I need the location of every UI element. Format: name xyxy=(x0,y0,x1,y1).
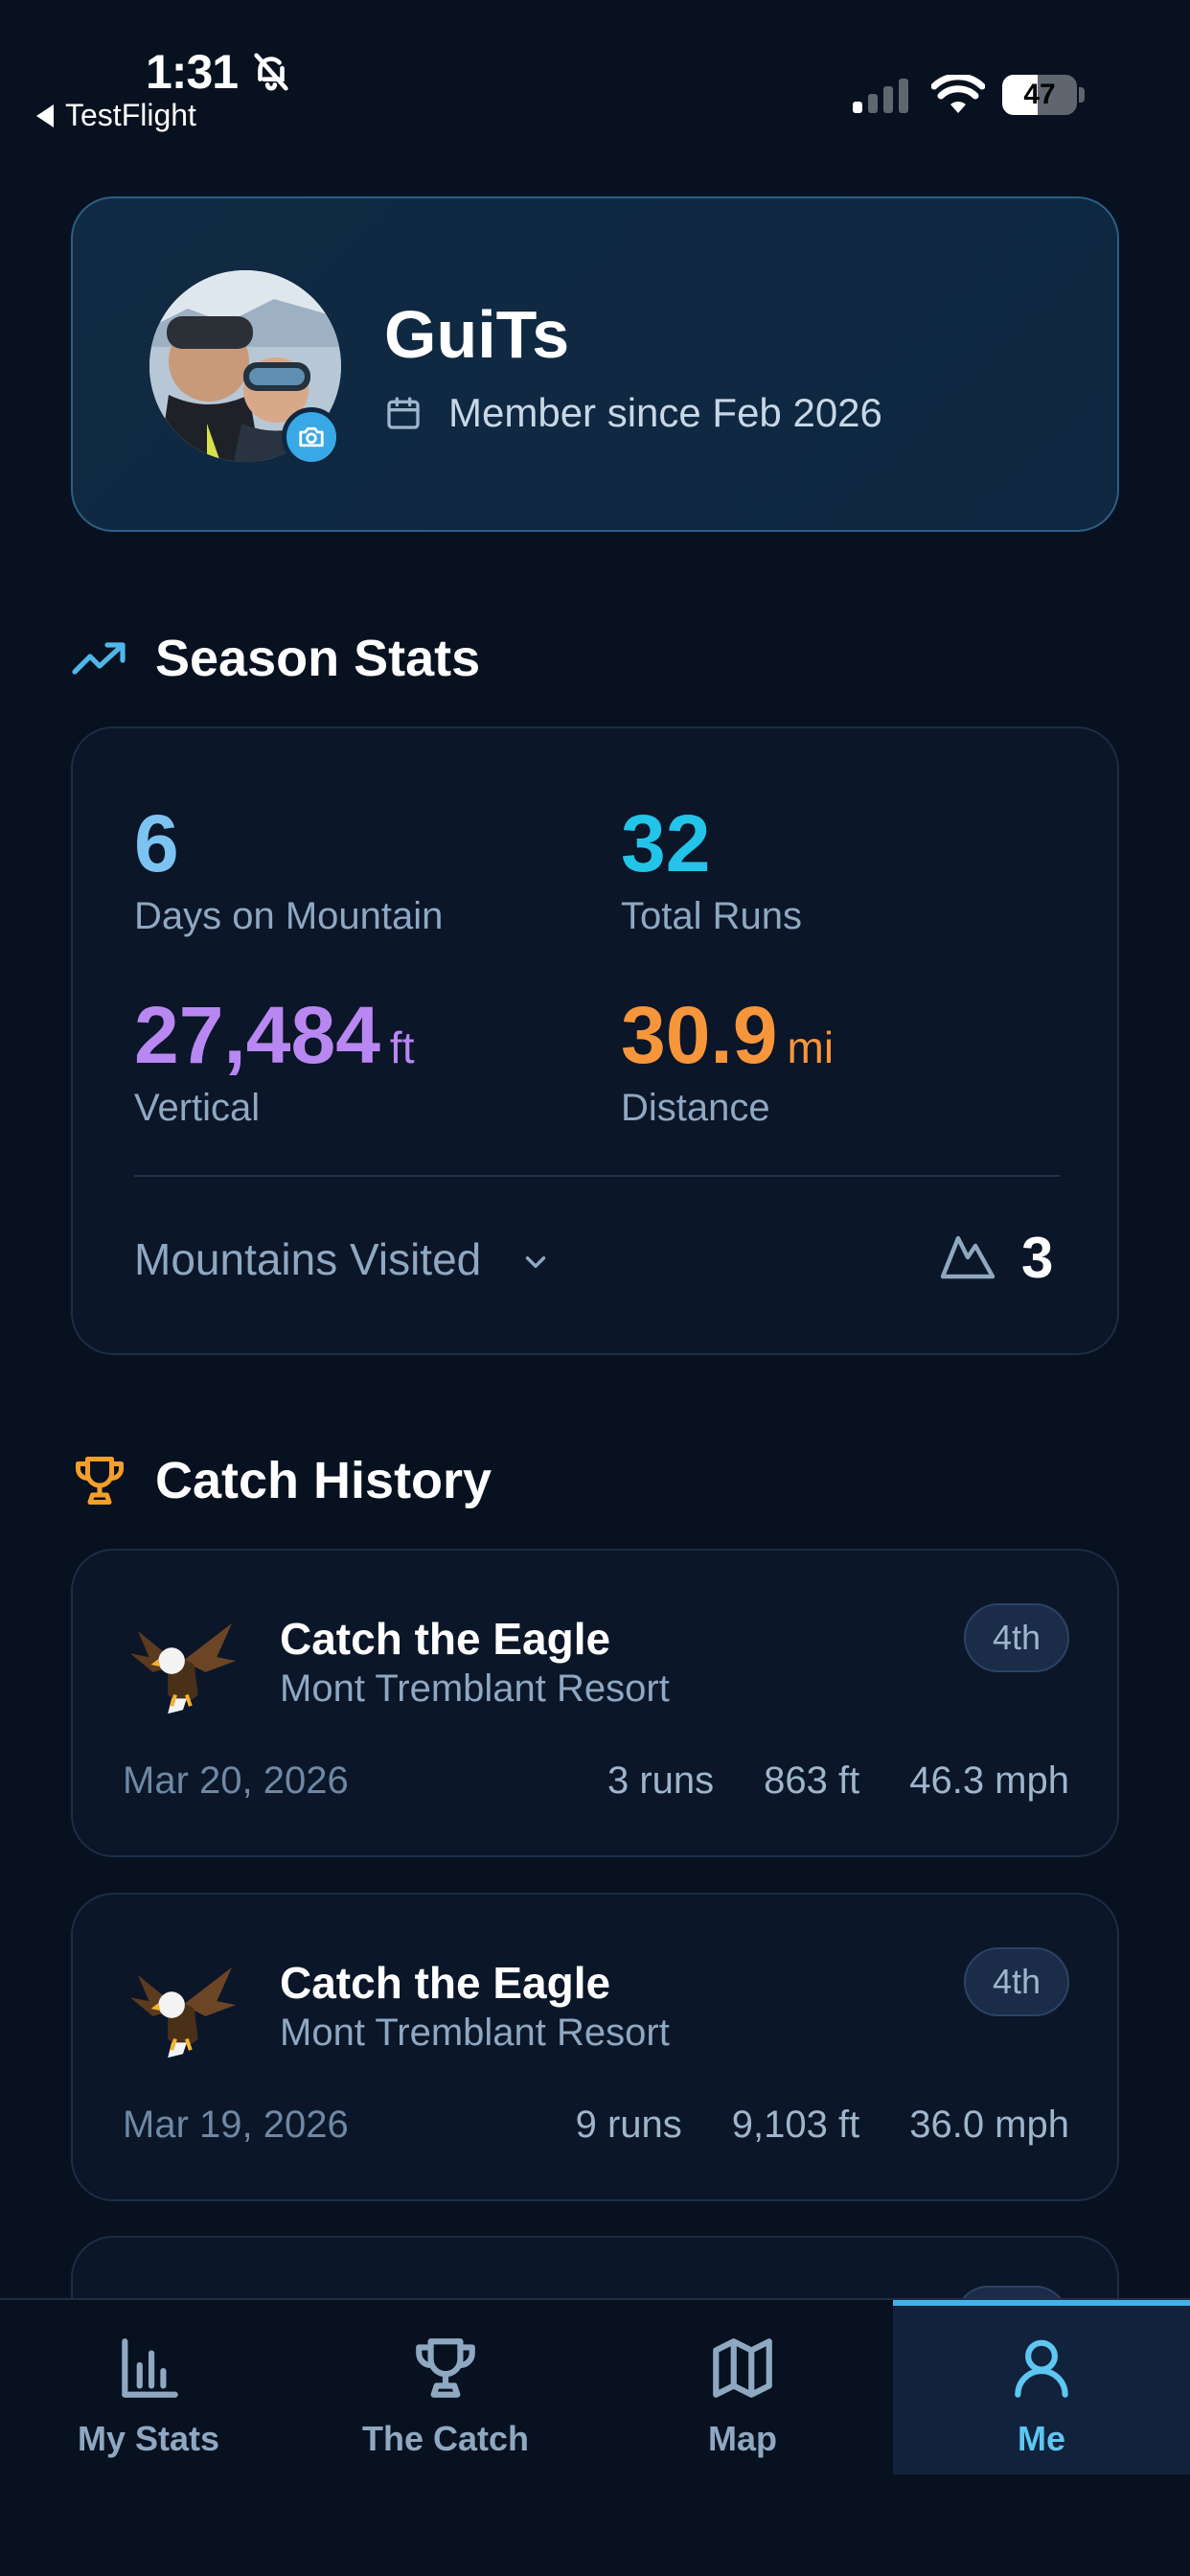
back-arrow-icon xyxy=(36,104,54,127)
catch-history-header: Catch History xyxy=(71,1447,492,1514)
tab-label: The Catch xyxy=(361,2419,530,2458)
distance-row: 30.9 mi xyxy=(621,995,834,1075)
map-icon xyxy=(713,2338,772,2398)
vertical-unit: ft xyxy=(389,1023,415,1072)
stats-divider xyxy=(134,1175,1060,1177)
vertical-value: 27,484 xyxy=(134,990,380,1080)
stat-distance: 30.9 mi Distance xyxy=(621,995,834,1130)
person-icon xyxy=(1015,2339,1068,2398)
season-stats-card: 6 Days on Mountain 32 Total Runs 27,484 f… xyxy=(71,726,1119,1355)
eagle-icon xyxy=(129,1622,236,1714)
catch-resort: Mont Tremblant Resort xyxy=(280,2012,670,2054)
season-stats-header: Season Stats xyxy=(71,625,480,692)
catch-history-item[interactable]: Catch the Eagle Mont Tremblant Resort 4t… xyxy=(71,1893,1119,2201)
catch-history-item[interactable]: Catch the Eagle Mont Tremblant Resort 4t… xyxy=(71,1549,1119,1857)
days-label: Days on Mountain xyxy=(134,895,444,937)
screen: 1:31 TestFlight 47 GuiTs Member since Fe… xyxy=(0,0,1190,2576)
catch-speed: 36.0 mph xyxy=(909,2104,1069,2146)
vertical-label: Vertical xyxy=(134,1087,261,1129)
tab-label: My Stats xyxy=(77,2419,220,2458)
tab-the-catch[interactable]: The Catch xyxy=(297,2300,594,2474)
catch-speed: 46.3 mph xyxy=(909,1760,1069,1802)
battery-percent: 47 xyxy=(1023,79,1056,110)
mountains-visited-toggle[interactable]: Mountains Visited xyxy=(134,1233,481,1285)
tab-my-stats[interactable]: My Stats xyxy=(0,2300,297,2474)
season-stats-title: Season Stats xyxy=(155,630,481,687)
bottom-nav: My Stats The Catch Map Me xyxy=(0,2298,1190,2576)
catch-metrics: 3 runs 863 ft 46.3 mph xyxy=(607,1760,1069,1803)
runs-value: 32 xyxy=(621,798,711,888)
battery-indicator: 47 xyxy=(1002,75,1085,115)
tab-me[interactable]: Me xyxy=(893,2300,1190,2474)
chevron-down-icon[interactable] xyxy=(519,1246,552,1278)
status-bar: 1:31 TestFlight 47 xyxy=(0,0,1190,144)
member-since-text: Member since Feb 2026 xyxy=(448,390,882,435)
status-time: 1:31 xyxy=(146,45,239,99)
runs-label: Total Runs xyxy=(621,895,802,937)
mountain-icon xyxy=(940,1235,995,1279)
trophy-icon xyxy=(416,2338,475,2398)
bell-muted-icon xyxy=(254,53,288,91)
back-to-app-link[interactable]: TestFlight xyxy=(36,98,196,133)
profile-card: GuiTs Member since Feb 2026 xyxy=(71,196,1119,532)
catch-metrics: 9 runs 9,103 ft 36.0 mph xyxy=(576,2104,1069,2147)
days-value: 6 xyxy=(134,798,179,888)
eagle-icon xyxy=(129,1966,236,2058)
stat-runs: 32 Total Runs xyxy=(621,803,802,938)
wifi-icon xyxy=(931,75,985,113)
cellular-signal-icon xyxy=(853,79,908,113)
catch-history-title: Catch History xyxy=(155,1452,492,1509)
mountains-count: 3 xyxy=(1021,1226,1054,1290)
change-photo-button[interactable] xyxy=(282,407,341,467)
catch-resort: Mont Tremblant Resort xyxy=(280,1668,670,1710)
username: GuiTs xyxy=(384,297,570,372)
tab-label: Me xyxy=(1017,2419,1065,2458)
catch-date: Mar 19, 2026 xyxy=(123,2104,349,2146)
home-indicator-area xyxy=(0,2474,1190,2576)
distance-unit: mi xyxy=(787,1023,835,1072)
vertical-row: 27,484 ft xyxy=(134,995,414,1075)
trophy-icon xyxy=(76,1457,124,1505)
catch-vertical: 9,103 ft xyxy=(731,2104,860,2146)
catch-vertical: 863 ft xyxy=(764,1760,860,1802)
stat-vertical: 27,484 ft Vertical xyxy=(134,995,414,1130)
calendar-icon xyxy=(387,397,420,429)
battery-body: 47 xyxy=(1002,75,1077,115)
catch-title: Catch the Eagle xyxy=(280,1614,611,1664)
stat-days: 6 Days on Mountain xyxy=(134,803,443,938)
distance-value: 30.9 xyxy=(621,990,778,1080)
catch-runs: 9 runs xyxy=(575,2104,682,2146)
back-app-label: TestFlight xyxy=(65,98,196,132)
tab-label: Map xyxy=(708,2419,777,2458)
rank-badge: 4th xyxy=(963,1603,1069,1672)
camera-icon xyxy=(299,426,324,448)
catch-date: Mar 20, 2026 xyxy=(123,1760,349,1802)
bar-chart-icon xyxy=(122,2338,178,2398)
trending-up-icon xyxy=(72,642,126,675)
catch-title: Catch the Eagle xyxy=(280,1958,611,2008)
distance-label: Distance xyxy=(621,1087,770,1129)
catch-runs: 3 runs xyxy=(606,1760,715,1802)
rank-badge: 4th xyxy=(963,1947,1069,2016)
tab-map[interactable]: Map xyxy=(594,2300,891,2474)
battery-nub xyxy=(1079,87,1085,103)
